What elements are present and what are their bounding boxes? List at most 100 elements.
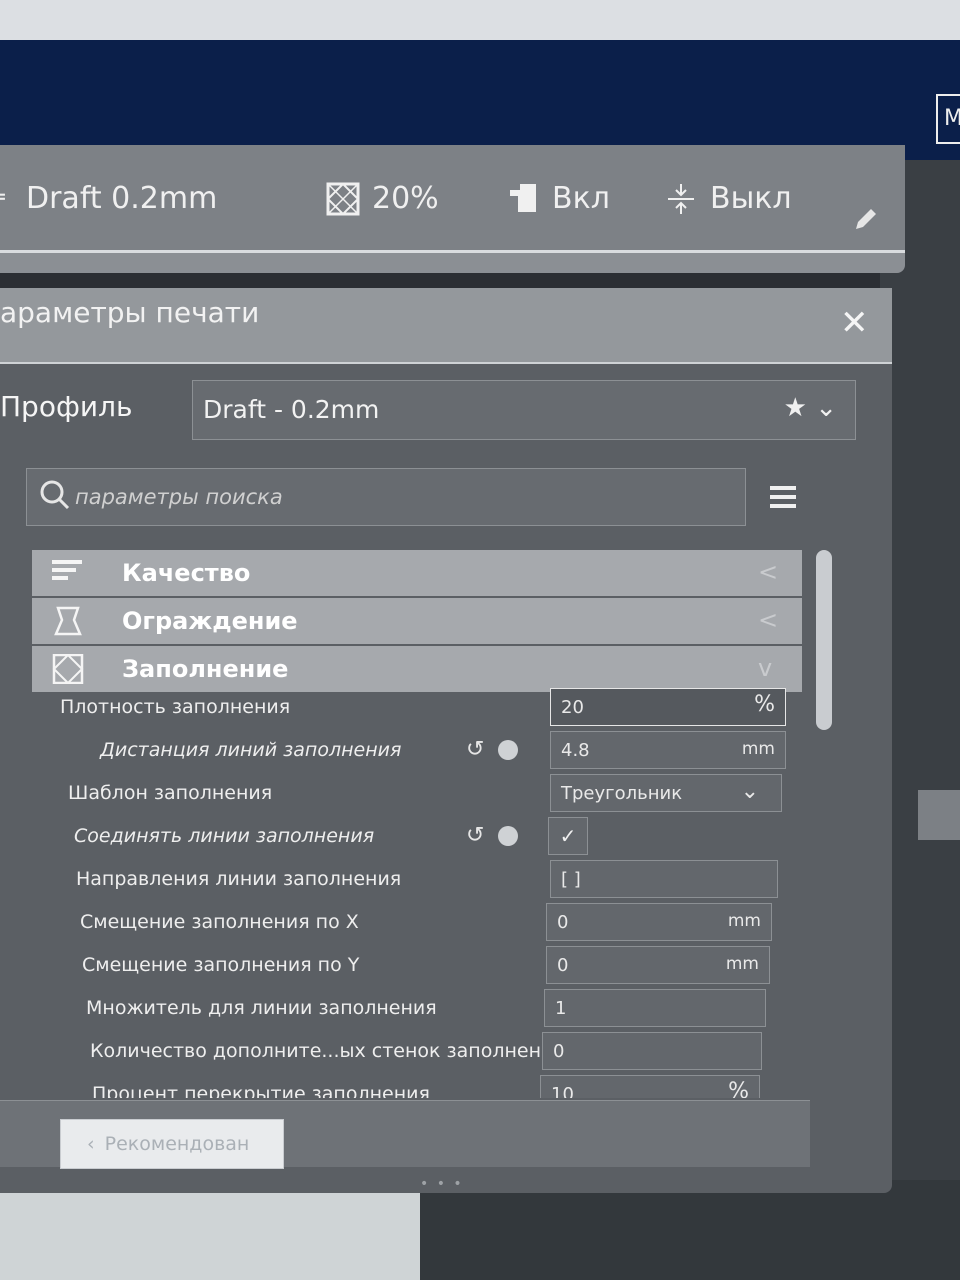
category-quality[interactable]: Качество < [32,550,802,596]
setting-connect-infill-lines: Соединять линии заполнения ↺ ✓ [0,815,810,858]
field-unit: mm [727,911,761,931]
support-icon [510,183,536,212]
field-unit: % [728,1079,749,1098]
setting-label: Направления линии заполнения [76,868,402,890]
reset-icon[interactable]: ↺ [466,737,484,762]
setting-extra-infill-wall-count: Количество дополните...ых стенок заполне… [0,1030,810,1073]
extra-infill-wall-count-input[interactable]: 0 [542,1032,762,1070]
setting-infill-pattern: Шаблон заполнения Треугольник ⌄ [0,772,810,815]
adhesion-summary-value: Выкл [710,181,792,216]
category-walls[interactable]: Ограждение < [32,598,802,644]
print-settings-bar[interactable]: Draft 0.2mm 20% Вкл Выкл [0,145,905,273]
field-value: 1 [555,998,567,1019]
panel-footer: ‹ Рекомендован [0,1100,810,1169]
setting-infill-density: Плотность заполнения 20 % [0,686,810,729]
setting-label: Плотность заполнения [60,696,291,718]
setting-infill-overlap-percentage: Процент перекрытие заполнения 10 % [0,1073,810,1098]
setting-infill-x-offset: Смещение заполнения по X 0 mm [0,901,810,944]
hamburger-menu-icon[interactable] [770,486,796,508]
setting-actions: ↺ [466,823,519,848]
recommended-button[interactable]: ‹ Рекомендован [60,1119,284,1169]
field-value: 10 [551,1084,574,1098]
adhesion-icon [668,183,694,214]
field-value: 0 [557,955,569,976]
chevron-down-icon: v [758,654,773,682]
field-unit: mm [725,954,759,974]
field-value: Треугольник [561,783,683,804]
corner-button[interactable]: M [936,94,960,144]
infill-line-directions-input[interactable]: [ ] [550,860,778,898]
setting-infill-line-multiplier: Множитель для линии заполнения 1 [0,987,810,1030]
profile-summary-label: Draft 0.2mm [26,181,218,216]
field-value: 0 [553,1041,565,1062]
settings-categories: Качество < Ограждение < Заполнение v [32,550,802,694]
profile-dropdown[interactable]: Draft - 0.2mm ★ ⌄ [192,380,856,440]
field-unit: mm [741,739,775,759]
chevron-left-icon: < [758,558,779,586]
viewport-build-plate [0,1190,420,1280]
print-settings-bar-inner: Draft 0.2mm 20% Вкл Выкл [0,145,905,253]
setting-label: Дистанция линий заполнения [100,739,402,761]
search-icon [40,480,70,510]
adhesion-summary[interactable]: Выкл [664,181,792,216]
panel-header: араметры печати ✕ [0,288,892,364]
reset-icon[interactable]: ↺ [466,823,484,848]
side-panel-tab[interactable] [918,790,960,840]
infill-y-offset-input[interactable]: 0 mm [546,946,770,984]
category-label: Ограждение [122,607,298,635]
support-summary-value: Вкл [552,181,610,216]
infill-x-offset-input[interactable]: 0 mm [546,903,772,941]
profile-dropdown-icons: ★ ⌄ [784,393,837,423]
panel-title: араметры печати [0,296,260,329]
chevron-left-icon: ‹ [87,1133,95,1155]
infill-icon [52,654,84,684]
setting-infill-line-directions: Направления линии заполнения [ ] [0,858,810,901]
setting-label: Смещение заполнения по Y [82,954,360,976]
recommended-button-label: Рекомендован [104,1133,250,1155]
setting-label: Шаблон заполнения [68,782,273,804]
profile-summary[interactable]: Draft 0.2mm [0,181,217,216]
close-icon[interactable]: ✕ [840,303,869,343]
setting-label: Количество дополните...ых стенок заполне… [90,1040,565,1062]
chevron-down-icon: ⌄ [815,393,837,423]
info-icon[interactable] [498,826,519,846]
connect-infill-lines-checkbox[interactable]: ✓ [548,817,588,855]
field-unit: % [754,692,775,717]
search-box[interactable] [26,468,746,526]
resize-handle[interactable]: • • • [420,1176,464,1192]
quality-icon [52,560,82,580]
search-input[interactable] [73,479,727,515]
setting-infill-y-offset: Смещение заполнения по Y 0 mm [0,944,810,987]
infill-density-input[interactable]: 20 % [550,688,786,726]
profile-dropdown-value: Draft - 0.2mm [203,395,380,424]
setting-infill-line-distance: Дистанция линий заполнения ↺ 4.8 mm [0,729,810,772]
walls-icon [54,606,82,636]
chevron-down-icon: ⌄ [740,779,759,804]
setting-label: Соединять линии заполнения [74,825,375,847]
infill-pattern-dropdown[interactable]: Треугольник ⌄ [550,774,782,812]
infill-settings-list: Плотность заполнения 20 % Дистанция лини… [0,686,810,1098]
support-summary[interactable]: Вкл [506,181,610,216]
field-value: 4.8 [561,740,590,761]
infill-overlap-percentage-input[interactable]: 10 % [540,1075,760,1098]
edit-pencil-icon[interactable] [852,205,880,233]
infill-line-multiplier-input[interactable]: 1 [544,989,766,1027]
info-icon[interactable] [498,740,519,760]
scrollbar[interactable] [816,550,832,730]
infill-icon [326,182,360,215]
infill-line-distance-input[interactable]: 4.8 mm [550,731,786,769]
profile-icon [0,193,5,200]
category-label: Качество [122,559,251,587]
chevron-left-icon: < [758,606,779,634]
star-icon[interactable]: ★ [784,393,807,423]
setting-label: Множитель для линии заполнения [86,997,437,1019]
viewport-area [880,160,960,1280]
field-value: 0 [557,912,569,933]
category-label: Заполнение [122,655,289,683]
infill-summary[interactable]: 20% [326,181,439,216]
infill-summary-value: 20% [372,181,439,216]
field-value: [ ] [561,869,581,890]
profile-label: Профиль [0,390,133,423]
print-settings-panel: араметры печати ✕ Профиль Draft - 0.2mm … [0,288,892,1193]
field-value: 20 [561,697,584,718]
